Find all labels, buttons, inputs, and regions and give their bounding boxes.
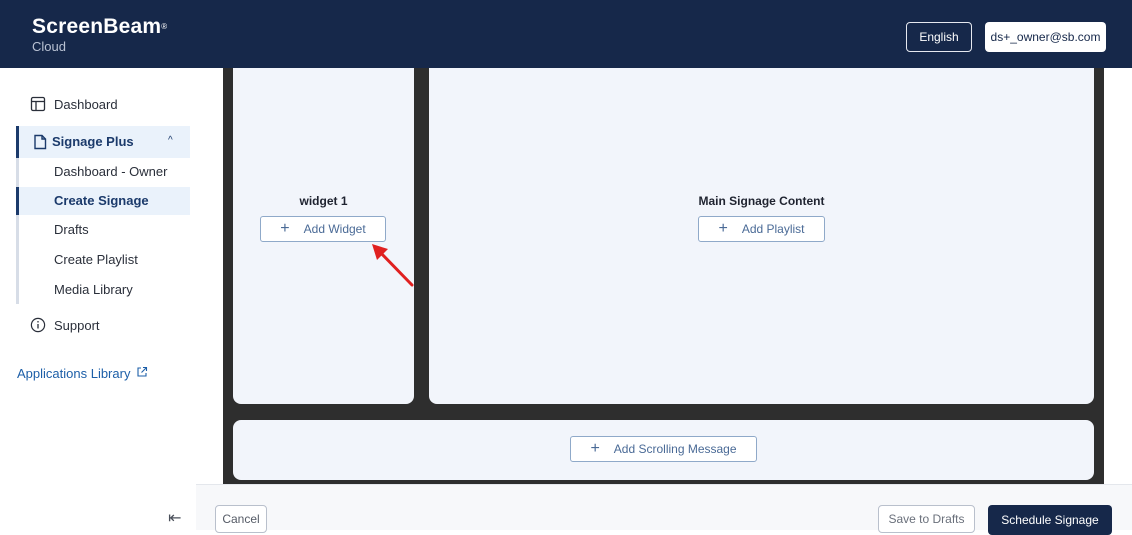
sidebar-item-dashboard[interactable]: Dashboard xyxy=(30,96,118,112)
brand-name: ScreenBeam xyxy=(32,15,162,38)
chevron-up-icon[interactable]: ^ xyxy=(168,135,173,146)
sidebar-item-label: Signage Plus xyxy=(52,134,134,149)
plus-icon: + xyxy=(590,440,600,457)
annotation-arrow-icon xyxy=(372,244,414,287)
add-scrolling-message-label: Add Scrolling Message xyxy=(613,442,737,456)
sidebar-item-create-signage[interactable]: Create Signage xyxy=(16,187,190,215)
plus-icon: + xyxy=(280,220,290,237)
save-to-drafts-button[interactable]: Save to Drafts xyxy=(878,505,975,533)
sidebar-item-label: Support xyxy=(54,317,100,333)
add-widget-label: Add Widget xyxy=(303,222,366,236)
add-playlist-button[interactable]: + Add Playlist xyxy=(698,216,825,242)
sidebar-item-label: Create Signage xyxy=(54,193,149,208)
sidebar-item-media-library[interactable]: Media Library xyxy=(16,276,190,304)
sidebar-item-drafts[interactable]: Drafts xyxy=(16,216,190,244)
language-button[interactable]: English xyxy=(906,22,972,52)
plus-icon: + xyxy=(718,220,728,237)
add-widget-button[interactable]: + Add Widget xyxy=(260,216,386,242)
main-content-zone: Main Signage Content + Add Playlist xyxy=(429,68,1094,404)
main-zone-title: Main Signage Content xyxy=(698,194,825,208)
document-icon xyxy=(32,134,48,155)
footer-action-bar: Cancel Save to Drafts Schedule Signage xyxy=(196,484,1132,535)
sidebar-item-dashboard-owner[interactable]: Dashboard - Owner xyxy=(16,158,190,186)
signage-plus-group: Signage Plus ^ Dashboard - Owner Create … xyxy=(16,126,190,304)
collapse-left-icon[interactable]: ⇤ xyxy=(168,508,181,528)
add-playlist-label: Add Playlist xyxy=(741,222,805,236)
sidebar-item-label: Dashboard xyxy=(54,96,118,112)
user-account-button[interactable]: ds+_owner@sb.com xyxy=(985,22,1106,52)
sidebar-item-signage-plus[interactable]: Signage Plus ^ xyxy=(16,126,190,158)
schedule-signage-button[interactable]: Schedule Signage xyxy=(988,505,1112,535)
dashboard-icon xyxy=(30,96,46,112)
sidebar-item-create-playlist[interactable]: Create Playlist xyxy=(16,246,190,274)
applications-library-link[interactable]: Applications Library xyxy=(17,366,148,381)
brand-logo[interactable]: ScreenBeam® Cloud xyxy=(32,16,167,55)
sidebar-item-support[interactable]: Support xyxy=(30,317,100,333)
brand-registered-mark: ® xyxy=(161,22,168,31)
top-bar: ScreenBeam® Cloud English ds+_owner@sb.c… xyxy=(0,0,1132,68)
widget-zone-title: widget 1 xyxy=(299,194,348,208)
brand-sub: Cloud xyxy=(32,39,66,54)
applications-library-label: Applications Library xyxy=(17,366,131,381)
signage-layout-canvas: widget 1 + Add Widget Main Signage Conte… xyxy=(223,68,1104,486)
external-link-icon xyxy=(136,366,148,381)
widget-zone: widget 1 + Add Widget xyxy=(233,68,414,404)
scrolling-message-zone: + Add Scrolling Message xyxy=(233,420,1094,480)
add-scrolling-message-button[interactable]: + Add Scrolling Message xyxy=(570,436,757,462)
info-icon xyxy=(30,317,46,333)
cancel-button[interactable]: Cancel xyxy=(215,505,267,533)
